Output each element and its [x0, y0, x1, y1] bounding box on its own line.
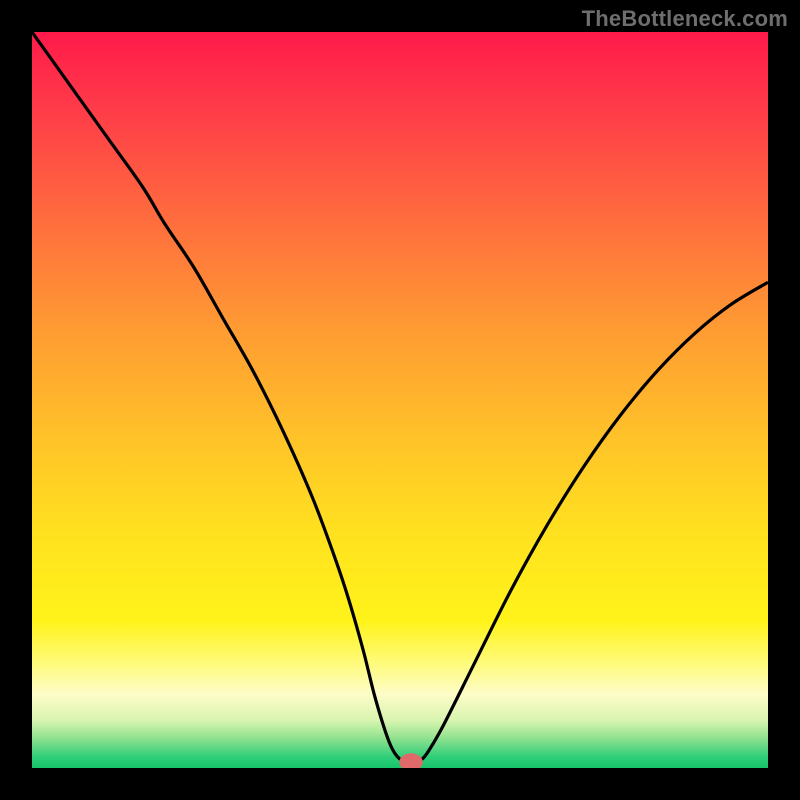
plot-area: [32, 32, 768, 768]
watermark-label: TheBottleneck.com: [582, 6, 788, 32]
chart-frame: TheBottleneck.com: [0, 0, 800, 800]
bottleneck-chart: [32, 32, 768, 768]
gradient-background: [32, 32, 768, 768]
